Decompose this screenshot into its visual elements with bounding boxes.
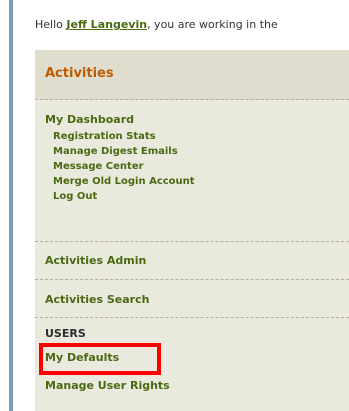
activities-admin-link[interactable]: Activities Admin bbox=[45, 254, 146, 267]
activities-admin-section: Activities Admin bbox=[35, 242, 349, 280]
message-center-link[interactable]: Message Center bbox=[53, 161, 144, 172]
greeting-text: Hello Jeff Langevin, you are working in … bbox=[35, 18, 278, 31]
menu-header: Activities bbox=[35, 50, 349, 100]
menu-header-title: Activities bbox=[45, 66, 114, 81]
merge-old-login-link[interactable]: Merge Old Login Account bbox=[53, 176, 195, 187]
log-out-link[interactable]: Log Out bbox=[53, 191, 97, 202]
highlight-box bbox=[39, 343, 161, 375]
activities-search-section: Activities Search bbox=[35, 280, 349, 318]
manage-digest-emails-link[interactable]: Manage Digest Emails bbox=[53, 146, 178, 157]
manage-user-rights-link[interactable]: Manage User Rights bbox=[45, 379, 170, 392]
user-name-link[interactable]: Jeff Langevin bbox=[66, 18, 147, 31]
dashboard-section: My Dashboard Registration Stats Manage D… bbox=[35, 100, 349, 242]
registration-stats-link[interactable]: Registration Stats bbox=[53, 131, 156, 142]
activities-search-link[interactable]: Activities Search bbox=[45, 293, 149, 306]
my-dashboard-link[interactable]: My Dashboard bbox=[45, 113, 134, 126]
left-border-bar bbox=[9, 0, 13, 411]
users-section-label: USERS bbox=[45, 327, 86, 340]
greeting-suffix: , you are working in the bbox=[147, 18, 278, 31]
greeting-prefix: Hello bbox=[35, 18, 67, 31]
